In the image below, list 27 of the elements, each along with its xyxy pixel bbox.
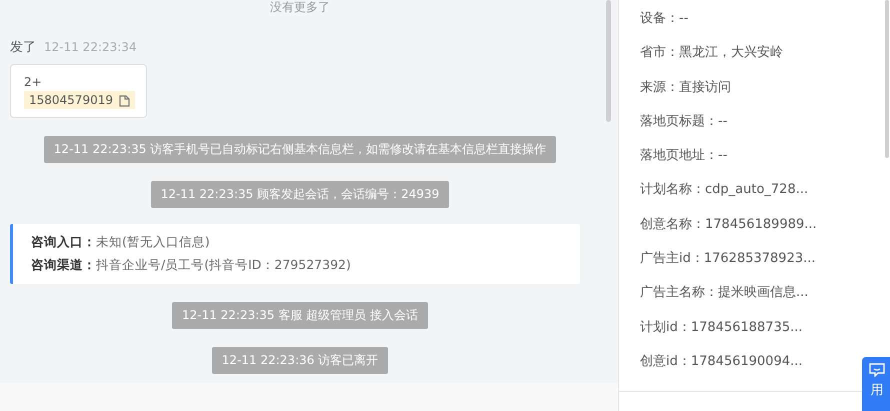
no-more-text: 没有更多了 xyxy=(269,0,331,14)
info-line: 咨询入口：未知(暂无入口信息) xyxy=(31,234,211,251)
scrollbar[interactable] xyxy=(606,0,611,122)
system-notice: 12-11 22:23:35 顾客发起会话，会话编号：24939 xyxy=(150,181,450,208)
message-time: 12-11 22:23:34 xyxy=(44,40,137,54)
copy-icon[interactable] xyxy=(116,94,130,106)
chat-icon xyxy=(869,363,885,377)
info-row: 计划id：178456188735... xyxy=(640,320,803,336)
system-notice: 12-11 22:23:35 客服 超级管理员 接入会话 xyxy=(172,302,428,329)
info-row: 创意名称：178456189989... xyxy=(640,216,817,233)
info-line: 咨询渠道：抖音企业号/员工号(抖音号ID：279527392) xyxy=(31,257,352,274)
system-notice: 12-11 22:23:35 访客手机号已自动标记右侧基本信息栏，如需修改请在基本信息栏直接操作 xyxy=(44,136,556,163)
info-row: 广告主名称：提米映画信息... xyxy=(640,285,808,302)
info-row: 落地页地址：-- xyxy=(640,148,728,164)
message-text: 2+ xyxy=(24,75,43,89)
info-row: 设备：-- xyxy=(640,11,688,27)
system-notice: 12-11 22:23:36 访客已离开 xyxy=(212,347,388,374)
info-row: 创意id：178456190094... xyxy=(640,354,803,370)
info-row: 落地页标题：-- xyxy=(640,114,728,130)
phone-text: 15804579019 xyxy=(29,93,113,107)
sender-name: 发了 xyxy=(10,39,36,56)
info-row: 省市：黑龙江，大兴安岭 xyxy=(640,45,783,62)
info-row: 来源：直接访问 xyxy=(640,80,731,96)
scrollbar[interactable] xyxy=(885,0,889,158)
info-row: 计划名称：cdp_auto_728... xyxy=(640,182,808,198)
info-row: 广告主id：176285378923... xyxy=(640,251,816,268)
feedback-button[interactable]: 用 xyxy=(862,357,890,411)
